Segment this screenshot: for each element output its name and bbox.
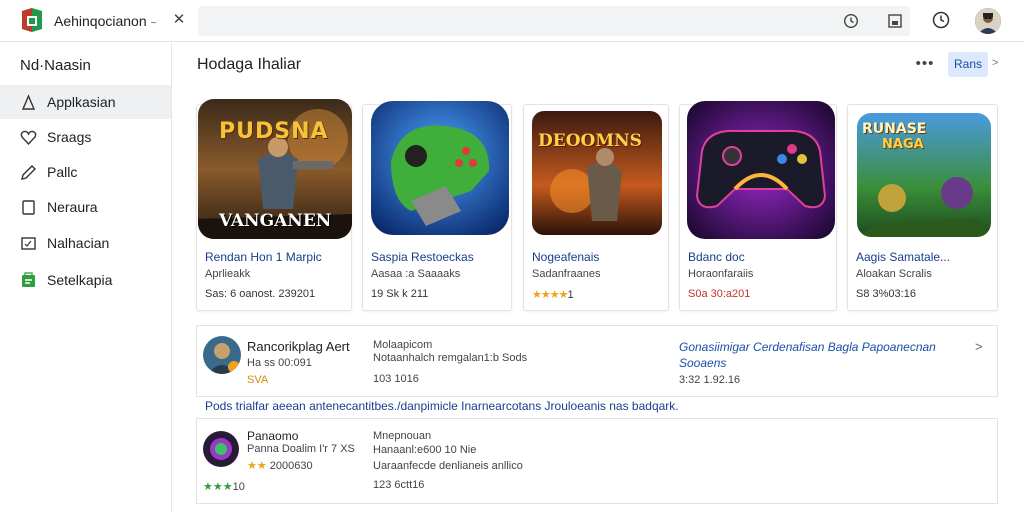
- info-text: Pods trialfar aeean antenecantitbes./dan…: [205, 399, 679, 413]
- chevron-right-icon[interactable]: >: [992, 57, 998, 69]
- card-subtitle: Horaonfaraiis: [688, 268, 754, 280]
- rating-value: 10: [232, 481, 245, 493]
- history-icon[interactable]: [931, 10, 951, 30]
- sidebar-item-store[interactable]: Setelkapia: [0, 263, 171, 297]
- item-detail: Notaanhalch remgalan1:b Sods: [373, 352, 528, 364]
- card-subtitle: Aloakan Scralis: [856, 268, 932, 280]
- primary-button[interactable]: Rans: [948, 52, 988, 77]
- star-rating-icon: ★★★★: [532, 289, 568, 301]
- app-title-text: Aehinqocianon: [54, 13, 147, 29]
- save-page-icon[interactable]: [887, 13, 903, 29]
- sidebar-item-edit[interactable]: Pallc: [0, 155, 171, 189]
- chevron-down-icon: ~: [150, 18, 157, 29]
- sidebar-item-label: Pallc: [47, 164, 78, 180]
- store-icon: [22, 272, 35, 287]
- app-card[interactable]: PUDSNA VANGANEN Rendan Hon 1 Marpic Aprl…: [196, 99, 352, 311]
- rating-value: 1: [567, 289, 574, 301]
- item-detail: Hanaanl:e600 10 Nie: [373, 444, 477, 456]
- rating-value: 2000630: [269, 460, 313, 472]
- sidebar-item-label: Neraura: [47, 199, 98, 215]
- controller-icon-image: [371, 101, 509, 235]
- close-icon[interactable]: ✕: [170, 10, 188, 30]
- sidebar: Nd·Naasin Applkasian Sraags Pallc Neraur…: [0, 43, 172, 512]
- sidebar-heading: Nd·Naasin: [20, 57, 91, 74]
- sidebar-item-applications[interactable]: Applkasian: [0, 85, 171, 119]
- clock-icon[interactable]: [843, 13, 859, 29]
- item-detail: Uaraanfecde denlianeis anllico: [373, 460, 523, 472]
- avatar[interactable]: [975, 8, 1001, 34]
- item-link[interactable]: Gonasiimigar Cerdenafisan Bagla Papoanec…: [679, 340, 936, 354]
- gamepad-icon-image: [687, 101, 835, 239]
- item-rating: ★★ 2000630: [247, 459, 313, 472]
- game-logo-text: PUDSNA: [219, 119, 329, 144]
- app-card[interactable]: DEOOMNS Nogeafenais Sadanfraanes ★★★★1: [523, 104, 669, 311]
- sidebar-item-favorites[interactable]: Sraags: [0, 120, 171, 154]
- avatar: [203, 431, 239, 467]
- list-item[interactable]: Rancorikplag Aert Ha ss 00:091 SVA Molaa…: [196, 325, 998, 397]
- game-logo-text: RUNASE: [862, 121, 927, 137]
- game-logo-subtext: NAGA: [882, 137, 924, 152]
- page-title: Hodaga Ihaliar: [197, 56, 302, 73]
- item-badge: SVA: [247, 374, 269, 386]
- person-icon: [21, 94, 36, 110]
- app-logo-icon: [20, 7, 44, 33]
- item-detail: 123 6ctt16: [373, 479, 425, 491]
- card-meta: S0a 30:a201: [688, 288, 751, 300]
- search-input[interactable]: [198, 6, 910, 36]
- app-card[interactable]: Saspia Restoeckas Aasaa :a Saaaaks 19 Sk…: [362, 101, 512, 311]
- sidebar-item-label: Setelkapia: [47, 272, 113, 288]
- item-detail: Molaapicom: [373, 339, 433, 351]
- title-bar: Aehinqocianon ~ ✕: [0, 0, 1024, 42]
- sidebar-item-bookmarks[interactable]: Neraura: [0, 190, 171, 224]
- app-card[interactable]: Bdanc doc Horaonfaraiis S0a 30:a201: [679, 101, 837, 311]
- game-logo-subtext: VANGANEN: [219, 211, 332, 231]
- game-cover-image: [532, 111, 662, 235]
- item-link[interactable]: Sooaens: [679, 356, 726, 370]
- app-title[interactable]: Aehinqocianon ~: [54, 13, 156, 29]
- bookmark-icon: [22, 200, 35, 215]
- item-name[interactable]: Rancorikplag Aert: [247, 339, 350, 354]
- more-options-icon[interactable]: •••: [912, 55, 938, 75]
- card-title[interactable]: Saspia Restoeckas: [371, 250, 474, 264]
- app-card[interactable]: RUNASE NAGA Aagis Samatale... Aloakan Sc…: [847, 104, 998, 311]
- card-title[interactable]: Nogeafenais: [532, 250, 599, 264]
- card-meta: S8 3%03:16: [856, 288, 916, 300]
- star-rating-icon: ★★★: [203, 481, 233, 493]
- pencil-icon: [21, 165, 36, 180]
- sidebar-item-media[interactable]: Nalhacian: [0, 226, 171, 260]
- card-title[interactable]: Bdanc doc: [688, 250, 745, 264]
- card-subtitle: Aasaa :a Saaaaks: [371, 268, 461, 280]
- card-title[interactable]: Rendan Hon 1 Marpic: [205, 250, 322, 264]
- item-subtitle: Panna Doalim I'r 7 XS: [247, 443, 355, 455]
- list-item[interactable]: Panaomo Panna Doalim I'r 7 XS ★★ 2000630…: [196, 418, 998, 504]
- item-meta: 3:32 1.92.16: [679, 374, 741, 386]
- item-rating: ★★★10: [203, 480, 245, 493]
- card-rating: ★★★★1: [532, 288, 574, 301]
- avatar: [203, 336, 241, 374]
- star-rating-icon: ★★: [247, 460, 267, 472]
- heart-icon: [20, 130, 37, 146]
- card-subtitle: Sadanfraanes: [532, 268, 601, 280]
- card-title[interactable]: Aagis Samatale...: [856, 250, 950, 264]
- sidebar-item-label: Nalhacian: [47, 235, 110, 251]
- item-name[interactable]: Panaomo: [247, 429, 298, 443]
- card-meta: 19 Sk k 211: [371, 288, 429, 300]
- item-detail: Mnepnouan: [373, 430, 432, 442]
- card-meta: Sas: 6 oanost. 239201: [205, 288, 316, 300]
- item-detail: 103 1016: [373, 373, 419, 385]
- card-subtitle: Aprlieakk: [205, 268, 251, 280]
- sidebar-item-label: Applkasian: [47, 94, 116, 110]
- game-logo-text: DEOOMNS: [538, 131, 642, 151]
- item-subtitle: Ha ss 00:091: [247, 357, 312, 369]
- sidebar-item-label: Sraags: [47, 129, 92, 145]
- image-icon: [21, 237, 36, 250]
- chevron-right-icon[interactable]: >: [975, 339, 983, 354]
